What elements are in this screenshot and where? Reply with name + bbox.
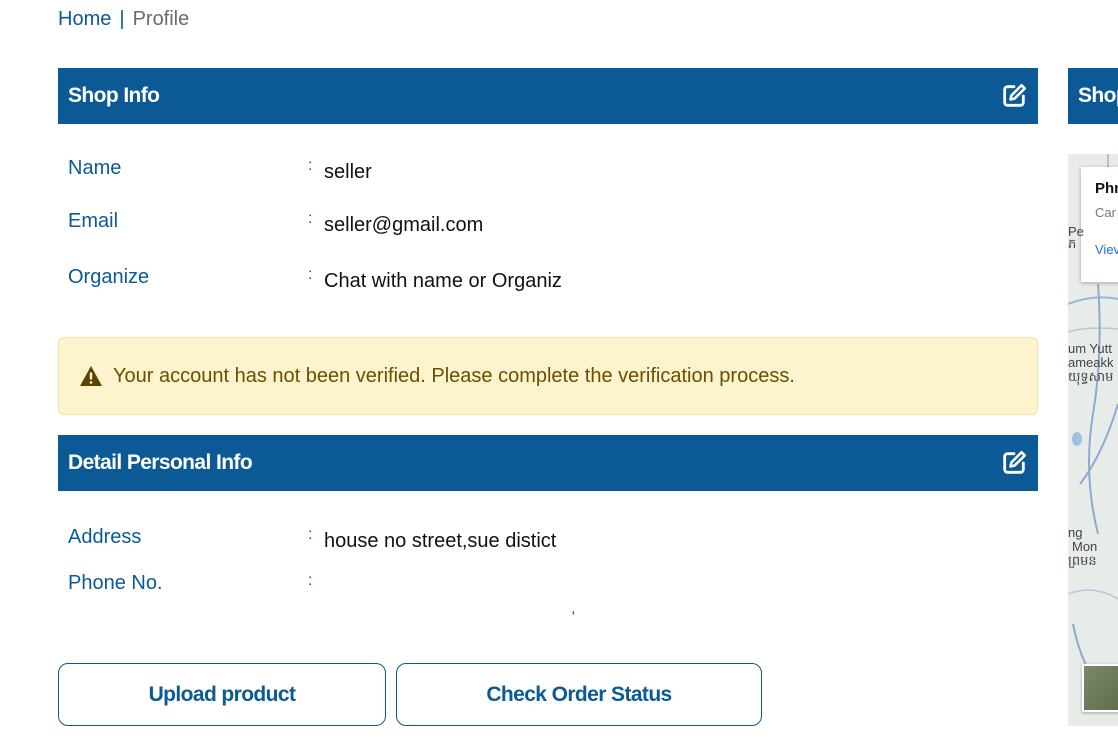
- organize-label: Organize: [68, 266, 150, 288]
- email-label: Email: [68, 210, 119, 232]
- shop-location-title: Shop: [1078, 84, 1118, 107]
- personal-info-row-address: Address : house no street,sue distict: [68, 526, 1028, 556]
- map-label: Mon: [1072, 539, 1098, 554]
- map-label: ng: [1068, 525, 1083, 540]
- personal-info-title: Detail Personal Info: [68, 451, 253, 474]
- row-colon: :: [308, 157, 313, 174]
- row-colon: :: [308, 210, 313, 227]
- check-order-status-button[interactable]: Check Order Status: [396, 663, 762, 726]
- shop-location-header: Shop: [1068, 68, 1118, 124]
- personal-info-header: Detail Personal Info: [58, 435, 1038, 491]
- edit-icon[interactable]: [1000, 449, 1028, 477]
- upload-product-button[interactable]: Upload product: [58, 663, 386, 726]
- address-label: Address: [68, 526, 142, 548]
- breadcrumb: Home | Profile: [58, 8, 189, 31]
- phone-label: Phone No.: [68, 572, 163, 594]
- alert-message: Your account has not been verified. Plea…: [113, 364, 795, 387]
- personal-info-row-phone: Phone No. :: [68, 572, 1028, 602]
- row-colon: :: [308, 526, 313, 543]
- map-label: យុទ្ធសាម: [1068, 369, 1114, 384]
- map-place-card: Phn Car Viev: [1081, 167, 1118, 282]
- warning-icon: [80, 366, 102, 386]
- map-label: um Yutt: [1068, 341, 1112, 356]
- organize-value: Chat with name or Organiz: [324, 270, 562, 292]
- map-label: ameakk: [1068, 355, 1114, 370]
- verification-alert: Your account has not been verified. Plea…: [58, 337, 1038, 415]
- map-satellite-toggle[interactable]: [1082, 664, 1118, 712]
- breadcrumb-separator: |: [119, 8, 125, 30]
- shop-info-title: Shop Info: [68, 84, 160, 107]
- map-label: ភ: [1068, 236, 1077, 251]
- row-colon: :: [308, 572, 313, 589]
- name-label: Name: [68, 157, 122, 179]
- shop-info-header: Shop Info: [58, 68, 1038, 124]
- shop-info-row-name: Name : seller: [68, 157, 1028, 187]
- shop-info-row-organize: Organize : Chat with name or Organiz: [68, 266, 1028, 296]
- name-value: seller: [324, 161, 372, 183]
- email-value: seller@gmail.com: [324, 214, 484, 236]
- map-place-country: Car: [1095, 205, 1116, 220]
- map-view-link[interactable]: Viev: [1095, 242, 1118, 257]
- edit-icon[interactable]: [1000, 82, 1028, 110]
- shop-map[interactable]: Phn Car Viev Pe ភ um Yutt ameakk យុទ្ធសា…: [1068, 154, 1118, 726]
- map-label: ព្រមន: [1068, 553, 1097, 568]
- breadcrumb-current: Profile: [132, 8, 190, 30]
- map-place-name: Phn: [1095, 180, 1118, 197]
- breadcrumb-home-link[interactable]: Home: [58, 8, 111, 30]
- address-value: house no street,sue distict: [324, 530, 557, 552]
- shop-info-row-email: Email : seller@gmail.com: [68, 210, 1028, 240]
- stray-comma: ,: [571, 600, 576, 617]
- row-colon: :: [308, 266, 313, 283]
